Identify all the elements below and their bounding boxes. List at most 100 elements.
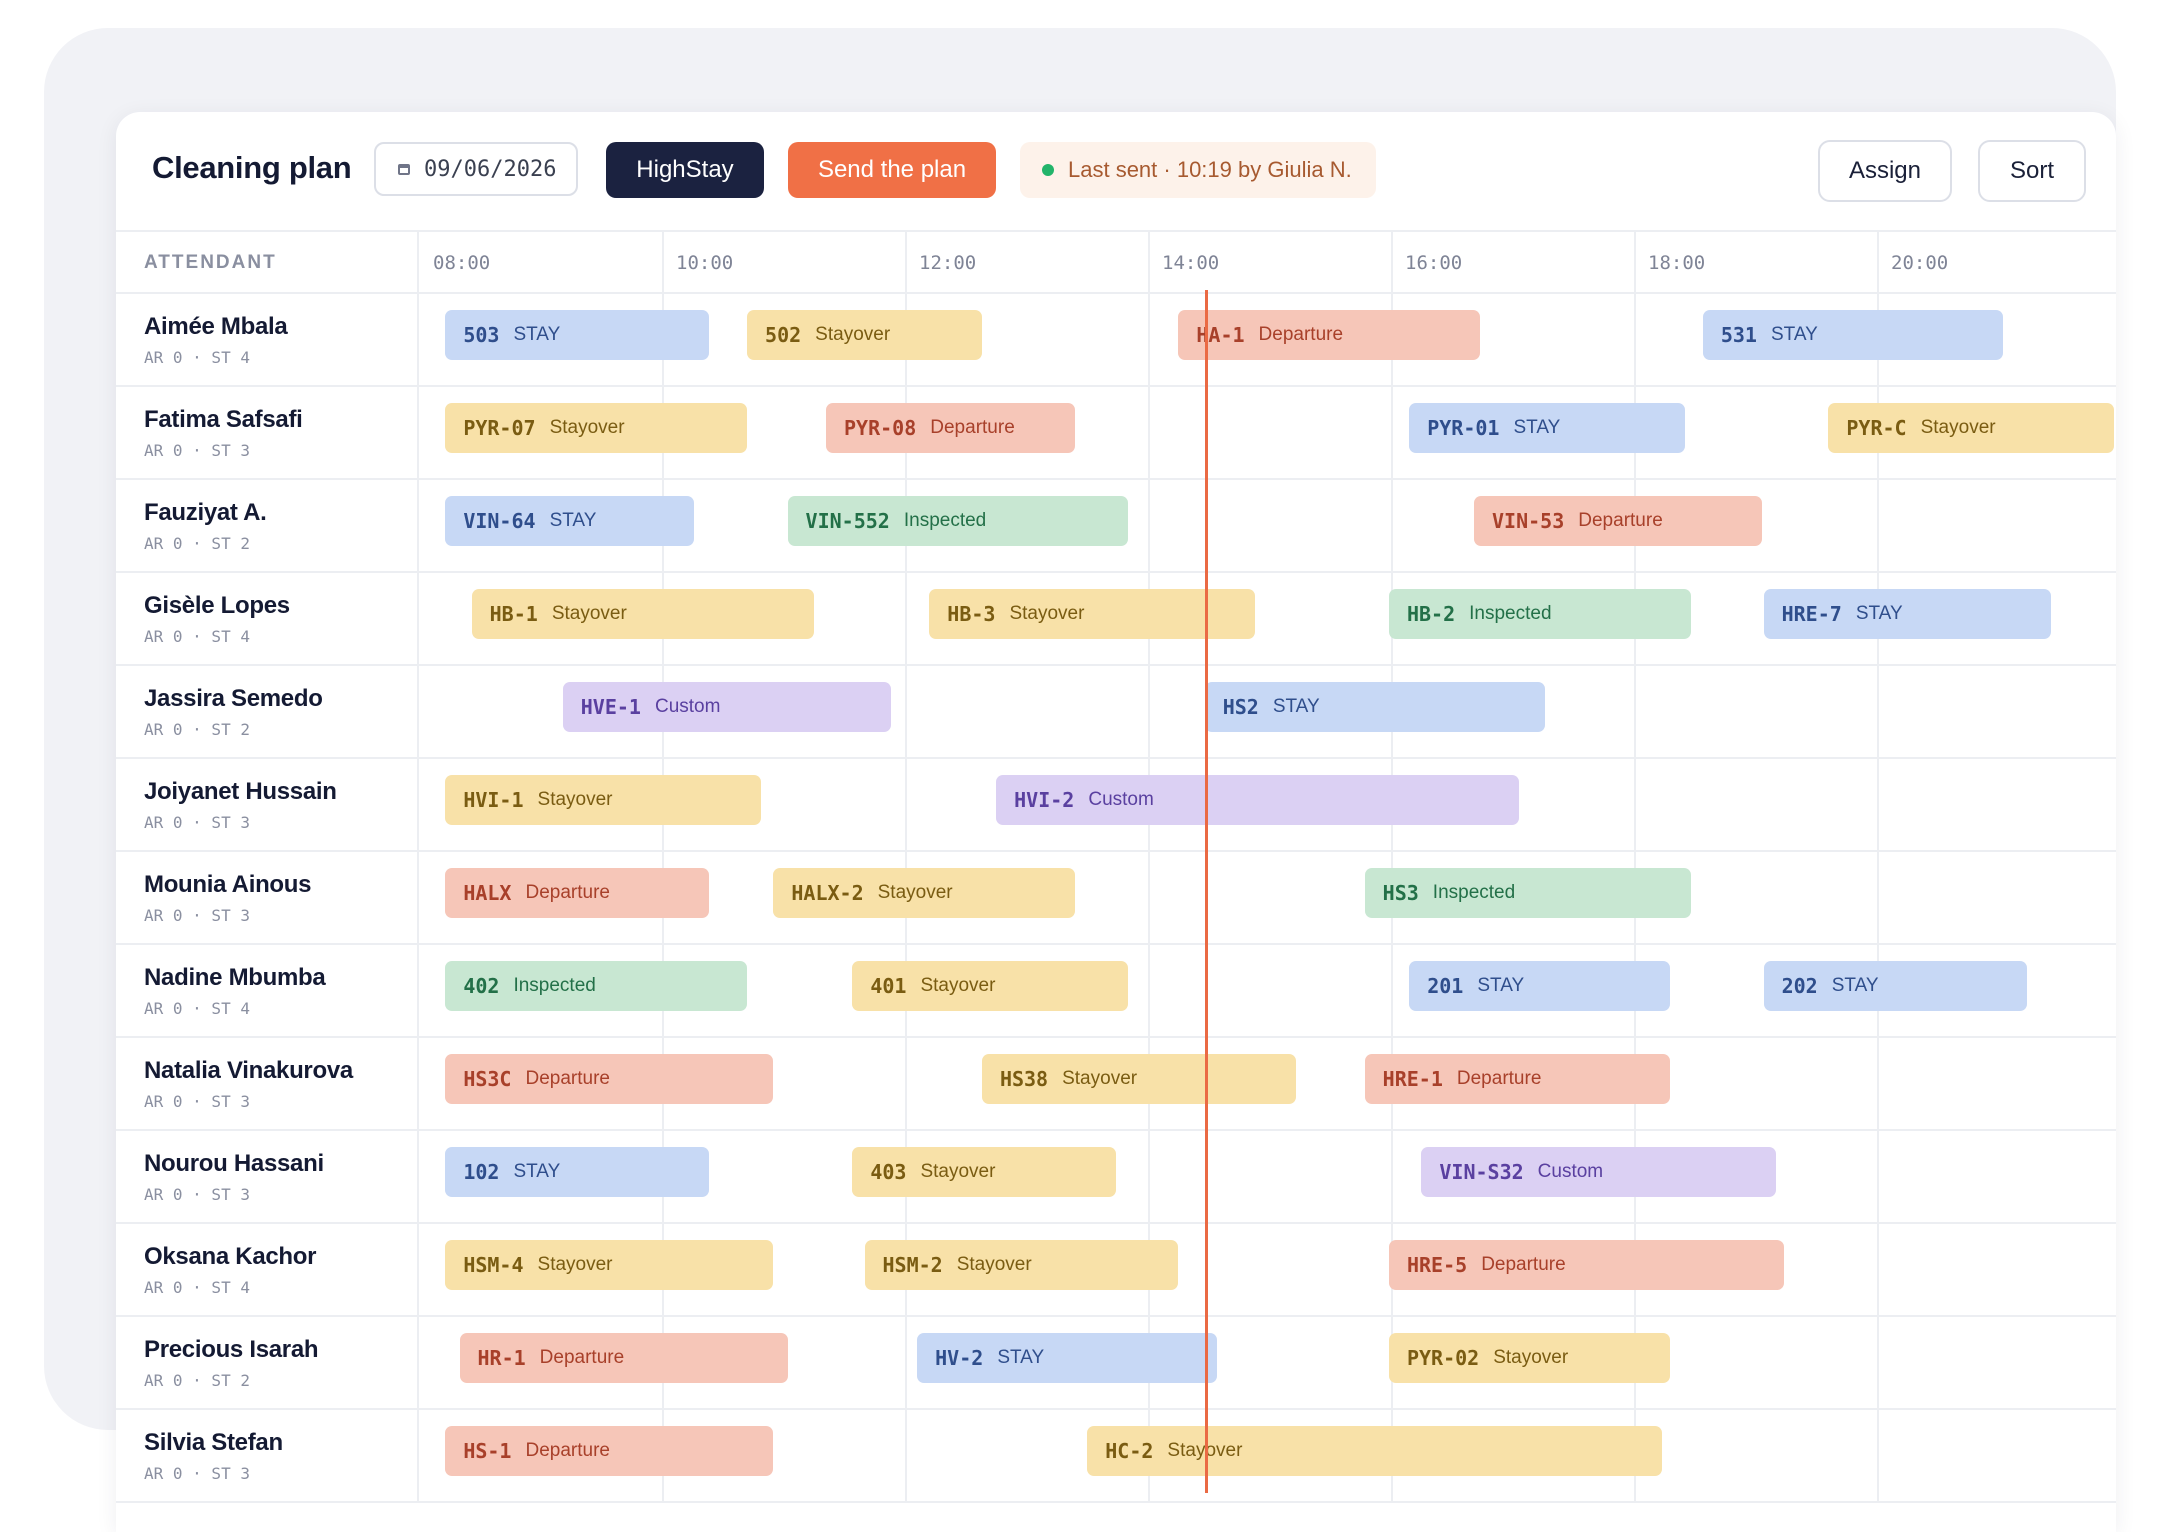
task-block[interactable]: HS3C Departure (445, 1054, 774, 1104)
task-block[interactable]: 102 STAY (445, 1147, 709, 1197)
room-code: VIN-S32 (1439, 1160, 1524, 1184)
attendant-row: Natalia Vinakurova AR 0 · ST 3 HS3C Departu… (116, 1038, 2116, 1131)
send-plan-button[interactable]: Send the plan (788, 142, 996, 198)
attendant-name[interactable]: Fatima Safsafi (144, 406, 303, 434)
room-code: HRE-7 (1781, 602, 1842, 626)
task-block[interactable]: HVE-1 Custom (562, 682, 891, 732)
attendant-name[interactable]: Silvia Stefan (144, 1429, 283, 1457)
task-status: STAY (513, 1161, 561, 1182)
task-block[interactable]: PYR-08 Departure (826, 403, 1076, 453)
attendant-name[interactable]: Oksana Kachor (144, 1243, 316, 1271)
task-block[interactable]: HS3 Inspected (1364, 868, 1691, 918)
task-block[interactable]: VIN-552 Inspected (787, 496, 1128, 546)
sort-button[interactable]: Sort (1978, 140, 2086, 202)
attendant-name[interactable]: Natalia Vinakurova (144, 1057, 353, 1085)
task-block[interactable]: HB-1 Stayover (471, 589, 814, 639)
page-title: Cleaning plan (152, 150, 352, 185)
time-header-label: 12:00 (919, 252, 977, 274)
task-block[interactable]: HR-1 Departure (459, 1333, 788, 1383)
room-code: 531 (1720, 323, 1757, 347)
task-block[interactable]: 503 STAY (445, 310, 709, 360)
task-status: Stayover (1920, 417, 1996, 438)
task-block[interactable]: PYR-C Stayover (1828, 403, 2114, 453)
attendant-row: Gisèle Lopes AR 0 · ST 4 HB-1 Stayover HB-3 S… (116, 573, 2116, 666)
task-block[interactable]: HRE-5 Departure (1388, 1240, 1784, 1290)
task-status: STAY (1831, 975, 1879, 996)
task-block[interactable]: HALX-2 Stayover (773, 868, 1076, 918)
attendant-row: Fauziyat A. AR 0 · ST 2 VIN-64 STAY VIN-552 I… (116, 480, 2116, 573)
task-status: STAY (1770, 324, 1818, 345)
room-code: PYR-C (1846, 416, 1907, 440)
attendant-name[interactable]: Mounia Ainous (144, 871, 312, 899)
attendant-room-counts: AR 0 · ST 2 (144, 534, 250, 553)
timeline-header: ATTENDANT 08:00 10:00 12:00 14:00 16:00 18:00… (116, 230, 2116, 294)
task-block[interactable]: VIN-S32 Custom (1421, 1147, 1776, 1197)
attendant-name[interactable]: Joiyanet Hussain (144, 778, 337, 806)
room-code: HS38 (999, 1067, 1049, 1091)
task-status: Custom (1088, 789, 1154, 810)
task-status: STAY (1477, 975, 1525, 996)
task-block[interactable]: VIN-64 STAY (445, 496, 695, 546)
task-status: Stayover (551, 603, 627, 624)
room-code: PYR-02 (1406, 1346, 1480, 1370)
room-code: HALX (463, 881, 512, 905)
room-code: HS-1 (463, 1439, 512, 1463)
task-block[interactable]: 201 STAY (1409, 961, 1671, 1011)
attendant-room-counts: AR 0 · ST 3 (144, 813, 250, 832)
attendant-room-counts: AR 0 · ST 3 (144, 441, 250, 460)
task-block[interactable]: HS38 Stayover (981, 1054, 1296, 1104)
task-block[interactable]: 531 STAY (1702, 310, 2003, 360)
task-block[interactable]: HSM-2 Stayover (864, 1240, 1179, 1290)
attendant-name[interactable]: Gisèle Lopes (144, 592, 290, 620)
task-block[interactable]: HC-2Stayover (1087, 1426, 1663, 1476)
assign-button[interactable]: Assign (1818, 140, 1952, 202)
attendant-name[interactable]: Aimée Mbala (144, 313, 288, 341)
task-block[interactable]: 202 STAY (1763, 961, 2027, 1011)
task-status: Departure (525, 1068, 610, 1089)
attendant-row: Joiyanet Hussain AR 0 · ST 3 HVI-1 Stayover… (116, 759, 2116, 852)
task-block[interactable]: HB-2 Inspected (1388, 589, 1691, 639)
task-status: Custom (1537, 1161, 1604, 1182)
attendant-room-counts: AR 0 · ST 3 (144, 1092, 250, 1111)
task-block[interactable]: PYR-07 Stayover (445, 403, 748, 453)
task-block[interactable]: 401 Stayover (852, 961, 1128, 1011)
task-status: Stayover (815, 324, 891, 345)
task-block[interactable]: HSM-4 Stayover (445, 1240, 774, 1290)
attendant-name[interactable]: Precious Isarah (144, 1336, 319, 1364)
task-block[interactable]: VIN-53 Departure (1474, 496, 1762, 546)
room-code: PYR-07 (463, 416, 536, 440)
task-block[interactable]: PYR-02 Stayover (1388, 1333, 1671, 1383)
task-block[interactable]: PYR-01 STAY (1409, 403, 1685, 453)
task-block[interactable]: 403 Stayover (852, 1147, 1116, 1197)
attendant-name[interactable]: Nourou Hassani (144, 1150, 324, 1178)
attendant-name[interactable]: Jassira Semedo (144, 685, 323, 713)
task-block[interactable]: HVI-2 Custom (996, 775, 1519, 825)
task-status: Stayover (537, 1254, 613, 1275)
attendant-name[interactable]: Fauziyat A. (144, 499, 267, 527)
task-block[interactable]: HS-1 Departure (445, 1426, 774, 1476)
task-block[interactable]: HRE-7 STAY (1763, 589, 2052, 639)
task-block[interactable]: HVI-1 Stayover (445, 775, 762, 825)
attendant-row: Nadine Mbumba AR 0 · ST 4 402 Inspected 401 S… (116, 945, 2116, 1038)
toolbar: Cleaning plan 09/06/2026 HighStay Send t… (116, 112, 2116, 230)
task-block[interactable]: 402 Inspected (445, 961, 748, 1011)
task-status: Stayover (537, 789, 613, 810)
room-code: HS3 (1382, 881, 1419, 905)
date-picker[interactable]: 09/06/2026 (374, 142, 578, 196)
property-button[interactable]: HighStay (606, 142, 764, 198)
task-block[interactable]: HV-2 STAY (917, 1333, 1217, 1383)
attendant-room-counts: AR 0 · ST 2 (144, 720, 250, 739)
attendant-name[interactable]: Nadine Mbumba (144, 964, 326, 992)
task-block[interactable]: 502 Stayover (747, 310, 982, 360)
task-block[interactable]: HS2 STAY (1204, 682, 1545, 732)
room-code: 401 (870, 974, 907, 998)
attendant-room-counts: AR 0 · ST 3 (144, 1464, 250, 1483)
task-block[interactable]: HALX Departure (445, 868, 709, 918)
task-block[interactable]: HA-1 Departure (1178, 310, 1481, 360)
room-code: 202 (1781, 974, 1818, 998)
room-code: HVE-1 (580, 695, 641, 719)
room-code: PYR-01 (1427, 416, 1500, 440)
attendant-row: Fatima Safsafi AR 0 · ST 3 PYR-07 Stayover P… (116, 387, 2116, 480)
task-block[interactable]: HRE-1 Departure (1364, 1054, 1671, 1104)
attendant-row: Jassira Semedo AR 0 · ST 2 HVE-1 Custom HS2 S… (116, 666, 2116, 759)
